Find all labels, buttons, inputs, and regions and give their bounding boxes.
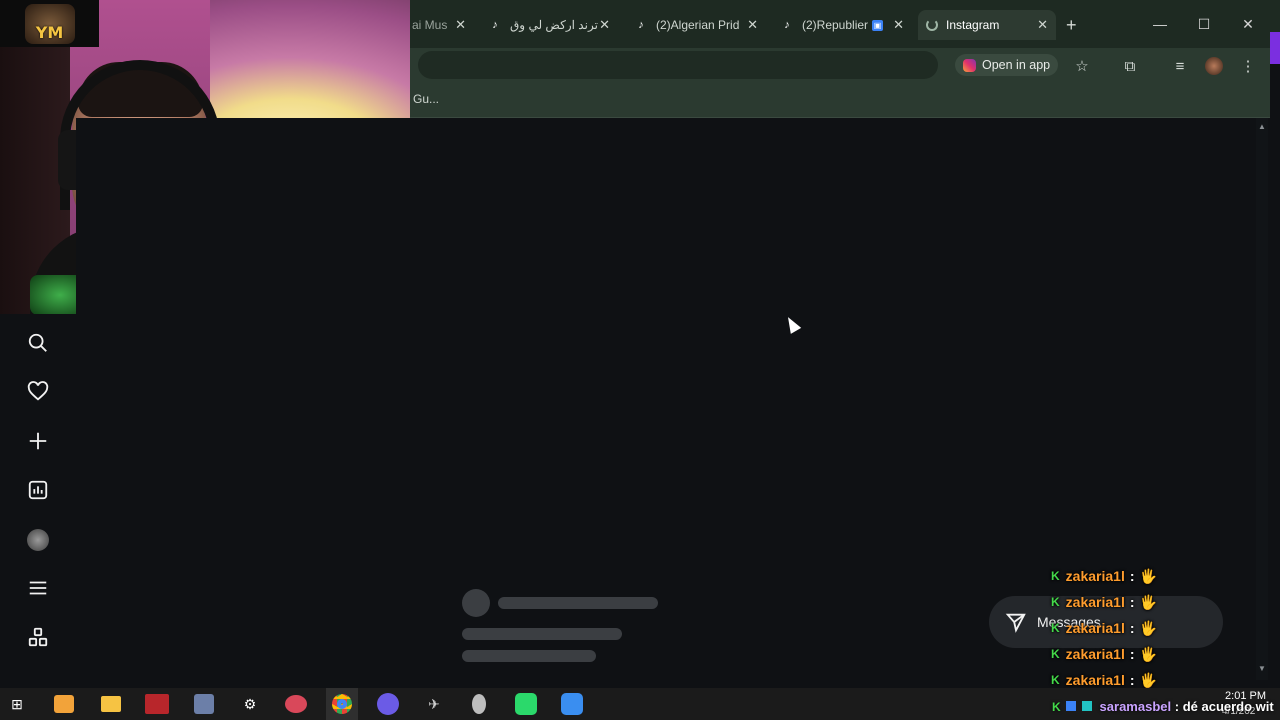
chat-line: K zakaria1l : 🖐 — [1051, 644, 1157, 664]
kick-icon: K — [1051, 569, 1060, 583]
create-icon[interactable] — [24, 427, 52, 455]
app-icon[interactable] — [467, 693, 491, 715]
app-icon[interactable] — [560, 693, 584, 715]
skeleton-line — [462, 628, 622, 640]
discord-icon[interactable] — [376, 693, 400, 715]
more-menu-icon[interactable]: ⋮ — [1237, 55, 1259, 77]
chat-separator: : — [1129, 568, 1135, 584]
chat-line: K zakaria1l : 🖐 — [1051, 618, 1157, 638]
new-tab-button[interactable]: + — [1066, 10, 1086, 40]
tab-label: (2)Algerian Prid — [656, 18, 740, 32]
wave-emote-icon: 🖐 — [1139, 593, 1157, 610]
extensions-icon[interactable]: ⧉ — [1119, 55, 1141, 77]
chat-username: zakaria1l — [1065, 594, 1125, 610]
channel-logo-badge: YM — [24, 3, 75, 44]
chat-separator: : — [1129, 672, 1135, 688]
kick-icon: K — [1051, 673, 1060, 687]
close-icon[interactable]: ✕ — [599, 17, 610, 33]
kick-icon: K — [1051, 647, 1060, 661]
channel-logo: YM — [0, 0, 99, 47]
chat-username: saramasbel — [1099, 699, 1172, 714]
app-icon[interactable] — [284, 693, 308, 715]
insights-icon[interactable] — [24, 476, 52, 504]
tiktok-icon: ♪ — [784, 19, 790, 31]
chat-separator: : — [1129, 594, 1135, 610]
scroll-down-icon[interactable]: ▼ — [1258, 664, 1266, 673]
app-icon[interactable]: ✈ — [422, 693, 446, 715]
tab-label: Instagram — [946, 18, 1000, 32]
skeleton-line — [498, 597, 658, 609]
store-icon[interactable] — [52, 693, 76, 715]
tiktok-icon: ♪ — [492, 19, 498, 31]
chat-username: zakaria1l — [1065, 568, 1125, 584]
profile-avatar[interactable] — [1203, 55, 1225, 77]
chat-message: dé acuerdo wit — [1182, 699, 1274, 714]
tab-tiktok-1[interactable]: ♪ ترند ارکض لي وق ✕ — [480, 10, 618, 40]
wave-emote-icon: 🖐 — [1139, 645, 1157, 662]
open-in-app-button[interactable]: Open in app — [955, 54, 1059, 76]
tab-ai-music[interactable]: ai Mus ✕ — [412, 10, 472, 40]
search-icon[interactable] — [24, 329, 52, 357]
tab-label: ترند ارکض لي وق — [510, 18, 598, 32]
windows-start-icon[interactable]: ⊞ — [5, 693, 29, 715]
loading-icon — [926, 19, 938, 31]
address-bar[interactable] — [418, 51, 938, 79]
heart-icon[interactable] — [24, 378, 52, 406]
app-icon[interactable] — [514, 693, 538, 715]
profile-avatar[interactable] — [24, 526, 52, 554]
chat-separator: : — [1129, 620, 1135, 636]
menu-icon[interactable] — [24, 574, 52, 602]
maximize-button[interactable]: ☐ — [1184, 10, 1224, 38]
apps-icon[interactable] — [24, 623, 52, 651]
audio-badge-icon: ▣ — [872, 19, 884, 31]
skeleton-avatar — [462, 589, 490, 617]
wave-emote-icon: 🖐 — [1139, 619, 1157, 636]
close-icon[interactable]: ✕ — [747, 17, 758, 33]
tab-label: (2)Republier — [802, 18, 869, 32]
tab-label: ai Mus — [412, 18, 448, 32]
badge-icon — [1066, 701, 1077, 711]
chat-separator: : — [1174, 699, 1180, 714]
chat-line: K zakaria1l : 🖐 — [1051, 592, 1157, 612]
chat-line: K saramasbel : dé acuerdo wit — [1052, 699, 1274, 714]
chat-username: zakaria1l — [1065, 646, 1125, 662]
kick-icon: K — [1052, 700, 1061, 714]
tiktok-icon: ♪ — [638, 19, 644, 31]
close-icon[interactable]: ✕ — [455, 17, 466, 33]
minimize-button[interactable]: — — [1140, 10, 1180, 38]
wave-emote-icon: 🖐 — [1139, 671, 1157, 688]
scroll-up-icon[interactable]: ▲ — [1258, 122, 1266, 131]
bookmarks-bar — [410, 82, 1270, 118]
badge-icon — [1081, 701, 1092, 711]
instagram-icon — [963, 58, 976, 72]
chat-username: zakaria1l — [1065, 620, 1125, 636]
desktop-edge — [1270, 32, 1280, 64]
tab-tiktok-2[interactable]: ♪ (2)Algerian Prid ✕ — [626, 10, 766, 40]
close-icon[interactable]: ✕ — [1037, 17, 1048, 33]
chat-username: zakaria1l — [1065, 672, 1125, 688]
kick-icon: K — [1051, 621, 1060, 635]
send-icon — [1005, 613, 1026, 633]
scrollbar[interactable] — [1256, 118, 1268, 680]
app-icon[interactable] — [192, 693, 216, 715]
close-icon[interactable]: ✕ — [893, 17, 904, 33]
chat-line: K zakaria1l : 🖐 — [1051, 670, 1157, 690]
bookmark-item[interactable]: Gu... — [413, 92, 439, 106]
chat-line: K zakaria1l : 🖐 — [1051, 566, 1157, 586]
voicemeeter-icon[interactable] — [145, 693, 169, 715]
file-explorer-icon[interactable] — [99, 693, 123, 715]
wave-emote-icon: 🖐 — [1139, 567, 1157, 584]
skeleton-line — [462, 650, 596, 662]
steam-icon[interactable]: ⚙ — [238, 693, 262, 715]
chrome-icon[interactable] — [330, 693, 354, 715]
close-window-button[interactable]: ✕ — [1228, 10, 1268, 38]
chat-separator: : — [1129, 646, 1135, 662]
media-control-icon[interactable]: ≡ — [1169, 55, 1191, 77]
open-in-app-label: Open in app — [982, 58, 1051, 72]
tab-tiktok-3[interactable]: ♪ (2)Republier ▣ ✕ — [772, 10, 912, 40]
bookmark-star-icon[interactable]: ☆ — [1071, 55, 1093, 77]
kick-icon: K — [1051, 595, 1060, 609]
tab-instagram[interactable]: Instagram ✕ — [918, 10, 1056, 40]
